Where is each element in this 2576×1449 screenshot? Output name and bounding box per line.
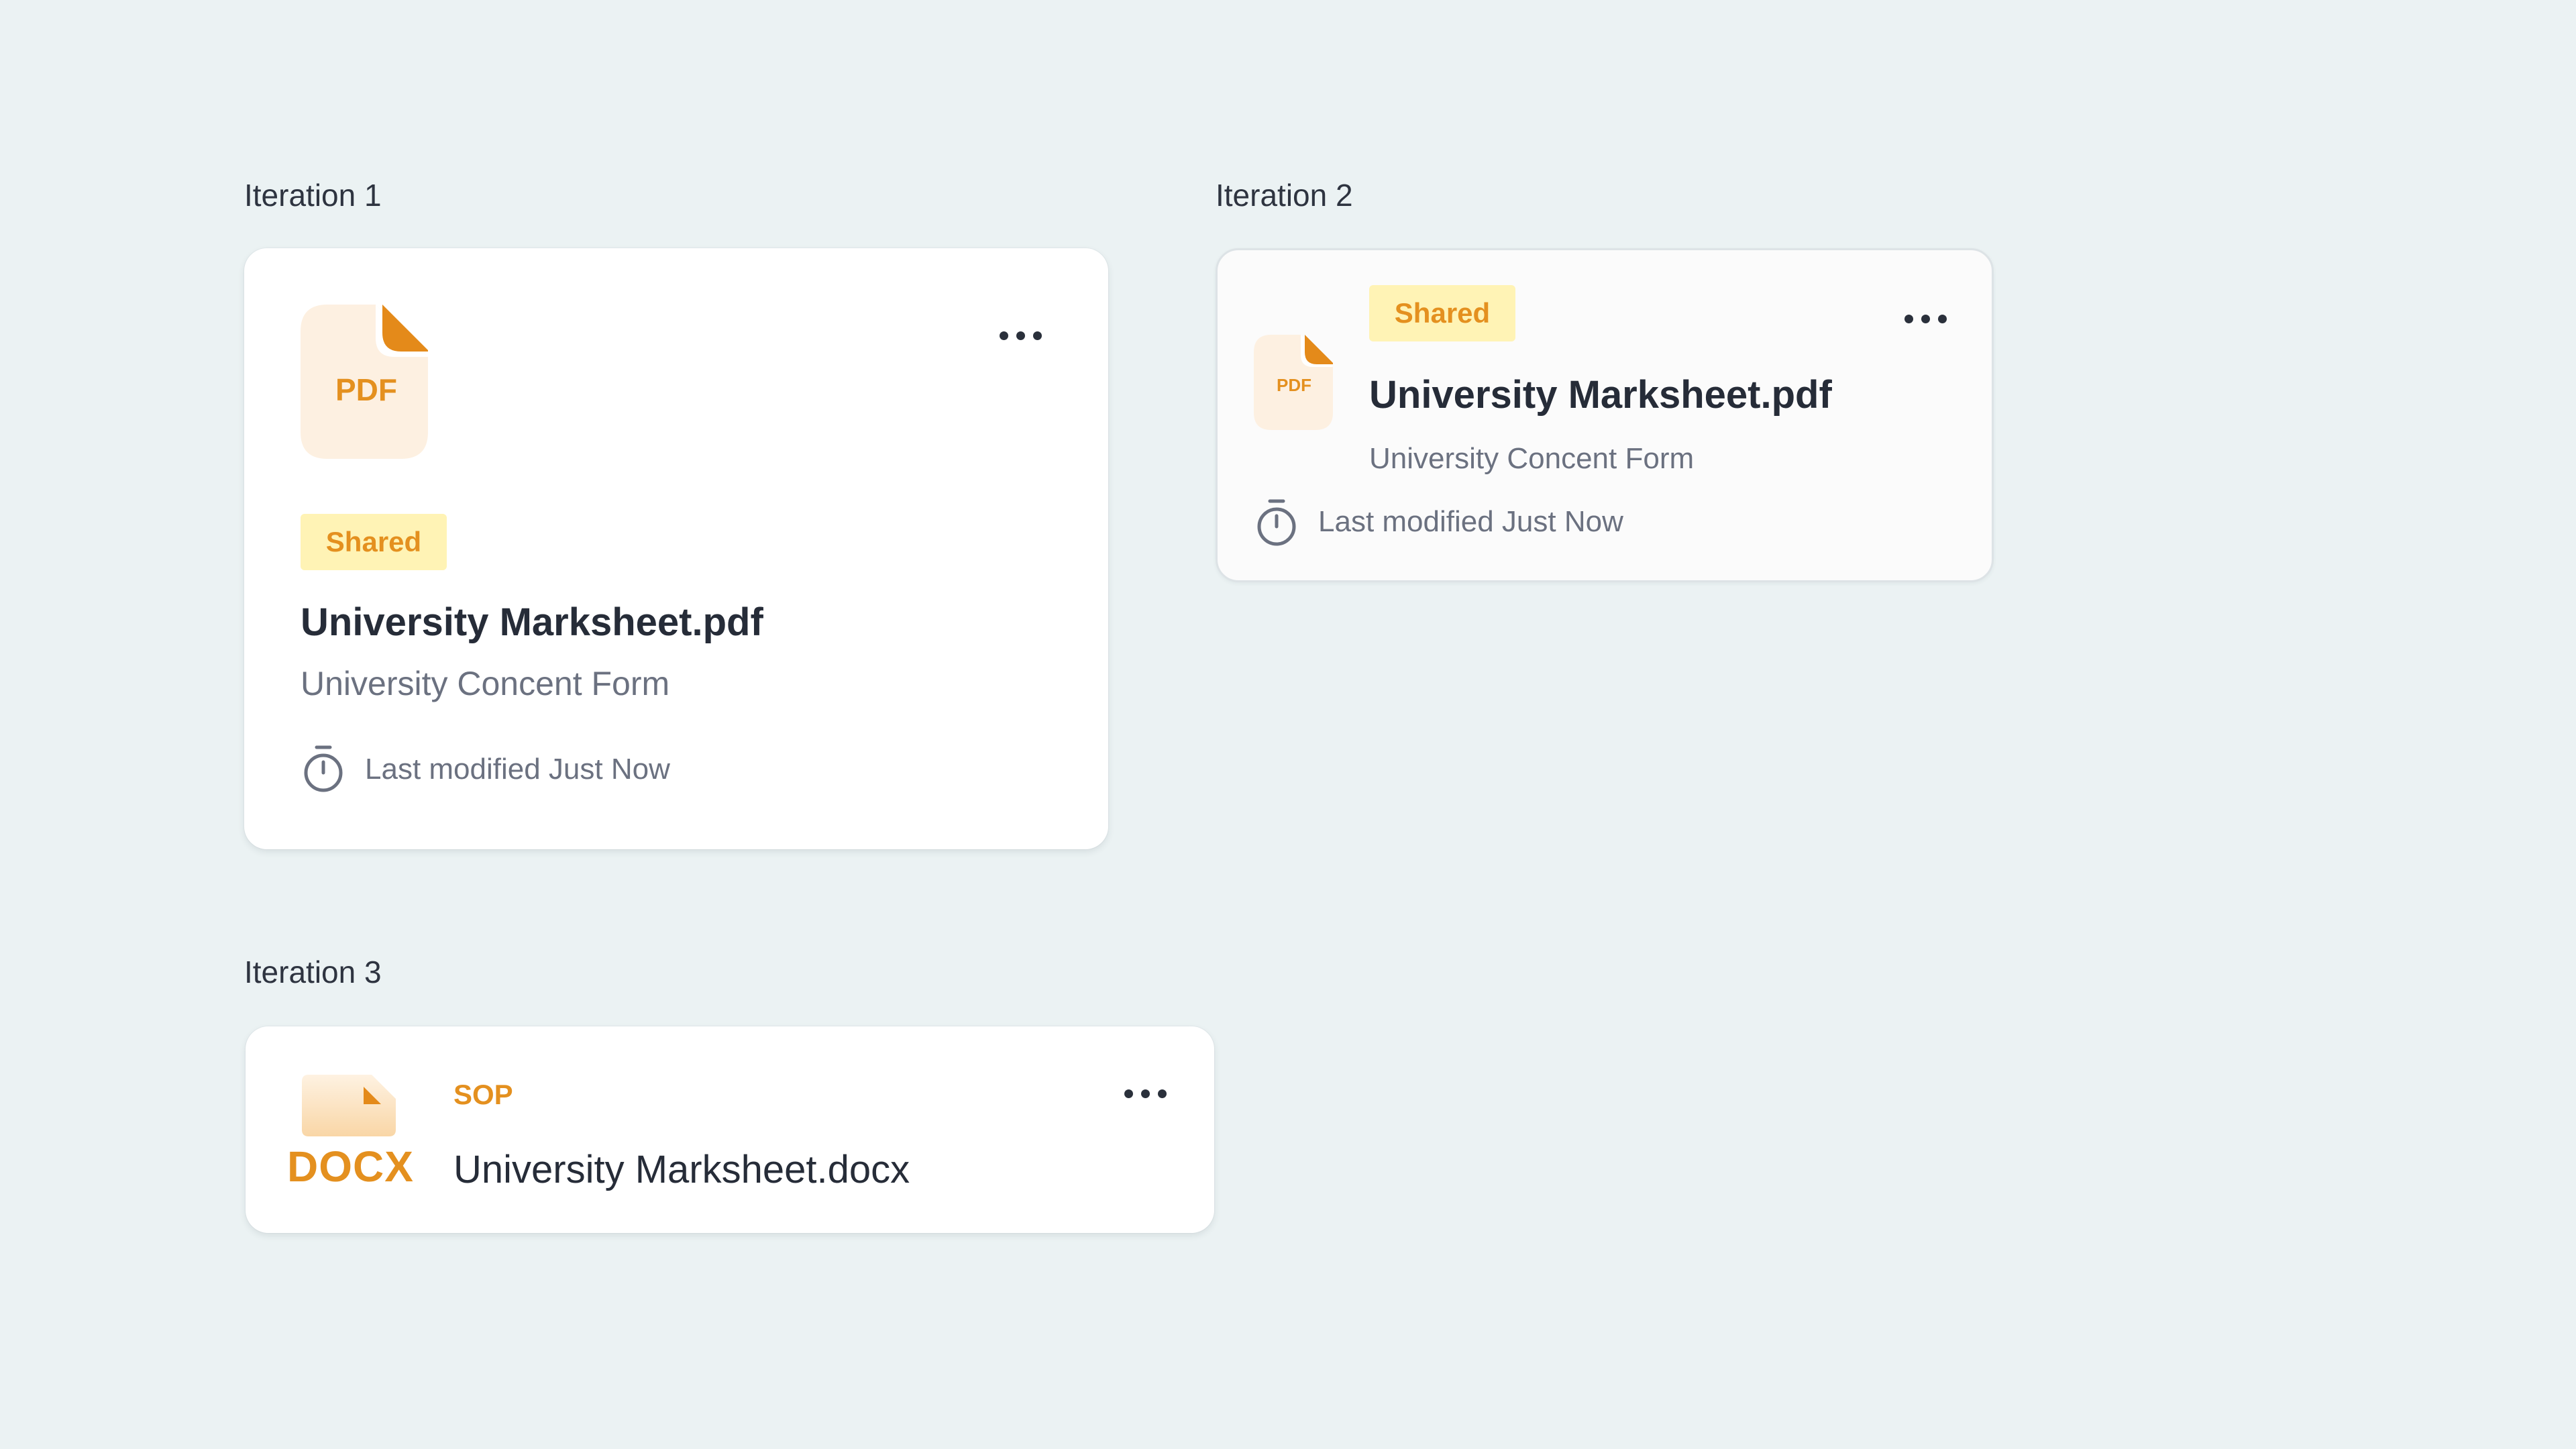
more-options-button[interactable] (1898, 308, 1953, 330)
file-card-iteration-1[interactable]: PDF Shared University Marksheet.pdf Univ… (244, 248, 1108, 849)
more-horizontal-icon (1124, 1089, 1133, 1098)
timer-icon (304, 745, 343, 792)
iteration-3-label: Iteration 3 (244, 955, 382, 989)
last-modified-text: Last modified Just Now (1318, 505, 1623, 538)
category-label: SOP (453, 1079, 513, 1110)
more-options-button[interactable] (1118, 1083, 1173, 1105)
more-horizontal-icon (1000, 331, 1008, 340)
more-horizontal-icon (1904, 315, 1913, 323)
more-options-button[interactable] (993, 325, 1049, 347)
timer-icon (1257, 499, 1296, 546)
iteration-1-label: Iteration 1 (244, 178, 382, 213)
pdf-file-type-label: PDF (1277, 375, 1311, 395)
shared-badge: Shared (1369, 285, 1515, 341)
last-modified-text: Last modified Just Now (365, 753, 670, 786)
file-card-iteration-2[interactable]: PDF Shared University Marksheet.pdf Univ… (1216, 248, 1994, 582)
file-title[interactable]: University Marksheet.docx (453, 1147, 910, 1192)
shared-badge: Shared (301, 514, 447, 570)
pdf-file-type-label: PDF (335, 372, 397, 407)
docx-file-icon (302, 1075, 396, 1136)
file-subtitle: University Concent Form (1369, 442, 1695, 475)
file-card-iteration-3[interactable]: DOCX SOP University Marksheet.docx (246, 1026, 1214, 1233)
file-subtitle: University Concent Form (301, 665, 670, 702)
file-title[interactable]: University Marksheet.pdf (301, 600, 763, 645)
docx-file-type-label: DOCX (287, 1142, 414, 1191)
iteration-2-label: Iteration 2 (1216, 178, 1353, 213)
file-title[interactable]: University Marksheet.pdf (1369, 372, 1832, 417)
